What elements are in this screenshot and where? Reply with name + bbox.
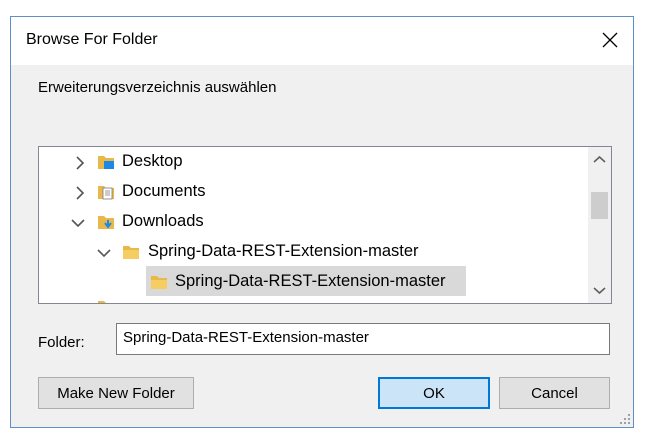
close-button[interactable] xyxy=(587,17,633,63)
dialog-title: Browse For Folder xyxy=(26,31,158,48)
scroll-up-icon[interactable] xyxy=(593,155,606,164)
folder-icon xyxy=(151,276,167,289)
tree-item-downloads[interactable]: Downloads xyxy=(39,208,589,236)
documents-folder-icon xyxy=(98,186,114,200)
instruction-text: Erweiterungsverzeichnis auswählen xyxy=(38,79,277,96)
folder-tree[interactable]: Desktop Documents Downloads Spring-Data-… xyxy=(38,146,612,304)
cancel-button[interactable]: Cancel xyxy=(499,377,610,409)
tree-scrollbar[interactable] xyxy=(588,147,611,303)
make-new-folder-button[interactable]: Make New Folder xyxy=(38,377,194,409)
folder-label: Folder: xyxy=(38,334,85,351)
chevron-right-icon[interactable] xyxy=(74,156,86,170)
ok-button[interactable]: OK xyxy=(378,377,490,409)
tree-item-label: Downloads xyxy=(122,212,204,230)
tree-item-label: Documents xyxy=(122,182,206,200)
tree-item-label: Desktop xyxy=(122,152,183,170)
tree-item-label: Spring-Data-REST-Extension-master xyxy=(148,242,419,260)
resize-grip-icon[interactable] xyxy=(619,413,631,425)
tree-item-spring-child[interactable]: Spring-Data-REST-Extension-master xyxy=(39,268,589,296)
folder-icon xyxy=(98,301,114,303)
title-bar: Browse For Folder xyxy=(11,17,633,65)
desktop-folder-icon xyxy=(98,156,114,169)
folder-input[interactable]: Spring-Data-REST-Extension-master xyxy=(116,323,610,355)
folder-icon xyxy=(123,246,139,259)
chevron-right-icon[interactable] xyxy=(74,186,86,200)
scrollbar-thumb[interactable] xyxy=(591,192,608,219)
tree-item-documents[interactable]: Documents xyxy=(39,178,589,206)
tree-item-label: Spring-Data-REST-Extension-master xyxy=(175,272,446,290)
tree-item-spring-parent[interactable]: Spring-Data-REST-Extension-master xyxy=(39,238,589,266)
chevron-down-icon[interactable] xyxy=(97,247,111,259)
scroll-down-icon[interactable] xyxy=(593,286,606,295)
browse-for-folder-dialog: Browse For Folder Erweiterungsverzeichni… xyxy=(10,16,634,428)
downloads-folder-icon xyxy=(98,216,114,229)
close-icon xyxy=(602,32,618,48)
tree-item-desktop[interactable]: Desktop xyxy=(39,148,589,176)
chevron-down-icon[interactable] xyxy=(71,217,85,229)
